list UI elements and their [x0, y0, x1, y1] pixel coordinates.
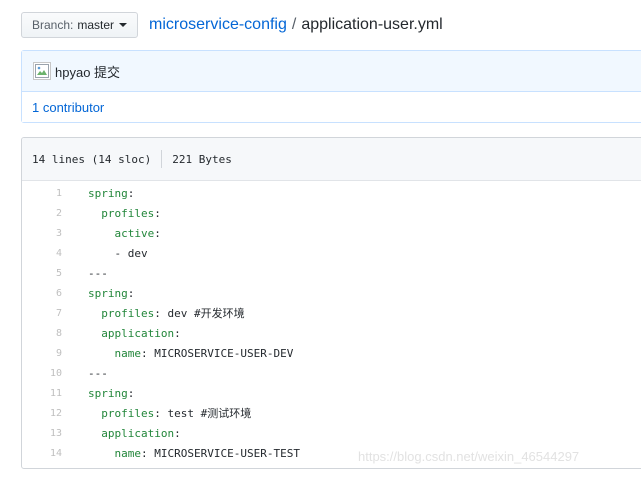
file-navigation: Branch: master microservice-config / app… — [21, 11, 443, 39]
branch-select-button[interactable]: Branch: master — [21, 12, 139, 38]
line-content: name: MICROSERVICE-USER-TEST — [88, 447, 300, 460]
line-content: --- — [88, 367, 108, 380]
yaml-key: application — [101, 426, 175, 440]
code-line: 12 profiles: test #测试环境 — [22, 403, 641, 423]
line-number[interactable]: 13 — [22, 428, 62, 439]
commit-tease: hpyao 提交 1 contributor — [21, 50, 641, 123]
yaml-key: active — [114, 226, 155, 240]
line-content: profiles: test #测试环境 — [88, 405, 251, 421]
line-number[interactable]: 4 — [22, 248, 62, 259]
line-content: --- — [88, 267, 108, 280]
yaml-value: : MICROSERVICE-USER-TEST — [141, 446, 300, 460]
watermark: https://blog.csdn.net/weixin_46544297 — [358, 449, 580, 464]
code-line: 11 spring: — [22, 383, 641, 403]
file-info-divider — [161, 150, 163, 168]
file-viewer: 14 lines (14 sloc) 221 Bytes 1 spring: 2 p… — [21, 137, 641, 469]
repo-link[interactable]: microservice-config — [149, 16, 287, 34]
code-line: 2 profiles: — [22, 203, 641, 223]
yaml-value: : test #测试环境 — [154, 407, 252, 420]
line-content: - dev — [88, 247, 148, 260]
file-name: application-user.yml — [301, 16, 443, 33]
line-number[interactable]: 10 — [22, 368, 62, 379]
yaml-value: : — [127, 186, 135, 200]
line-number[interactable]: 3 — [22, 228, 62, 239]
yaml-value: - dev — [114, 246, 148, 260]
breadcrumb: microservice-config / application-user.y… — [149, 16, 443, 34]
yaml-key: profiles — [101, 307, 155, 320]
line-number[interactable]: 12 — [22, 408, 62, 419]
code-line: 10 --- — [22, 363, 641, 383]
branch-prefix: Branch: — [32, 18, 74, 32]
yaml-value: : MICROSERVICE-USER-DEV — [141, 346, 294, 360]
code-line: 13 application: — [22, 423, 641, 443]
breadcrumb-separator: / — [291, 16, 297, 33]
code-listing: 1 spring: 2 profiles: 3 active: 4 - dev 5 --- 6… — [22, 181, 641, 463]
yaml-key: name — [114, 446, 142, 460]
code-line: 8 application: — [22, 323, 641, 343]
line-number[interactable]: 7 — [22, 308, 62, 319]
line-content: spring: — [88, 287, 134, 300]
yaml-value: : — [154, 206, 161, 220]
code-line: 6 spring: — [22, 283, 641, 303]
branch-name: master — [77, 18, 115, 32]
commit-header: hpyao 提交 — [22, 51, 641, 92]
yaml-value: : — [127, 286, 135, 300]
line-content: application: — [88, 326, 181, 340]
code-line: 5 --- — [22, 263, 641, 283]
file-info: 14 lines (14 sloc) 221 Bytes — [22, 138, 641, 181]
code-line: 9 name: MICROSERVICE-USER-DEV — [22, 343, 641, 363]
line-content: active: — [88, 227, 161, 240]
yaml-key: application — [101, 326, 175, 340]
line-number[interactable]: 14 — [22, 448, 62, 459]
avatar[interactable] — [33, 62, 51, 80]
yaml-key: profiles — [101, 407, 155, 420]
code-line: 7 profiles: dev #开发环境 — [22, 303, 641, 323]
line-content: spring: — [88, 187, 134, 200]
caret-down-icon — [119, 23, 128, 27]
line-number[interactable]: 9 — [22, 348, 62, 359]
yaml-key: spring — [88, 286, 128, 300]
code-line: 3 active: — [22, 223, 641, 243]
yaml-value: : — [154, 226, 161, 240]
yaml-key: name — [114, 346, 142, 360]
yaml-value: --- — [88, 266, 108, 280]
yaml-value: : dev #开发环境 — [154, 307, 245, 320]
broken-image-icon — [35, 64, 49, 78]
code-line: 4 - dev — [22, 243, 641, 263]
yaml-key: profiles — [101, 206, 155, 220]
line-number[interactable]: 11 — [22, 388, 62, 399]
yaml-value: : — [174, 326, 181, 340]
yaml-key: spring — [88, 186, 128, 200]
line-number[interactable]: 5 — [22, 268, 62, 279]
line-number[interactable]: 8 — [22, 328, 62, 339]
yaml-value: : — [174, 426, 181, 440]
commit-author[interactable]: hpyao 提交 — [55, 62, 120, 81]
code-line: 1 spring: — [22, 183, 641, 203]
line-content: spring: — [88, 387, 134, 400]
line-content: application: — [88, 426, 181, 440]
line-number[interactable]: 2 — [22, 208, 62, 219]
file-size: 221 Bytes — [172, 152, 232, 166]
line-content: profiles: dev #开发环境 — [88, 305, 245, 321]
yaml-key: spring — [88, 386, 128, 400]
yaml-value: : — [127, 386, 135, 400]
line-number[interactable]: 1 — [22, 188, 62, 199]
yaml-value: --- — [88, 366, 108, 380]
file-lines: 14 lines (14 sloc) — [32, 152, 152, 166]
line-number[interactable]: 6 — [22, 288, 62, 299]
contributors-link[interactable]: 1 contributor — [22, 92, 641, 122]
line-content: name: MICROSERVICE-USER-DEV — [88, 346, 294, 360]
line-content: profiles: — [88, 207, 161, 220]
